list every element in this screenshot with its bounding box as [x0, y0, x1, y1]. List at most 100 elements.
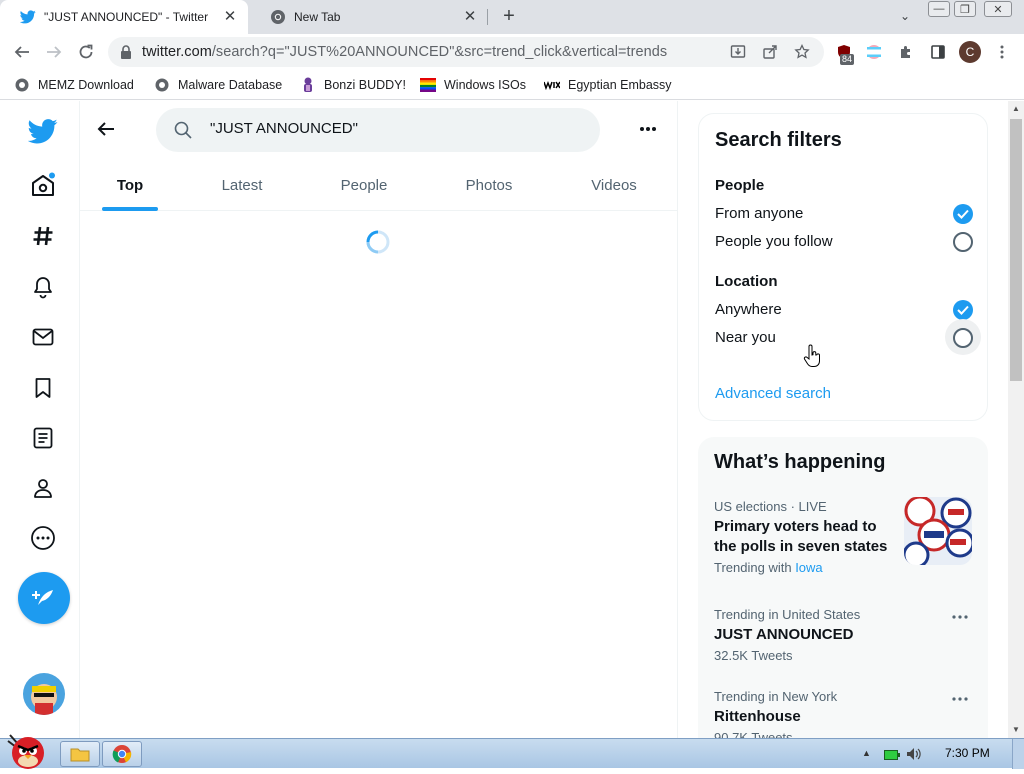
- messages-envelope-icon[interactable]: [28, 322, 58, 352]
- install-app-icon[interactable]: [728, 42, 748, 62]
- left-navigation: [0, 101, 80, 738]
- back-arrow-icon[interactable]: [10, 40, 34, 64]
- profile-avatar[interactable]: C: [959, 41, 981, 63]
- tab-close-icon[interactable]: ✕: [462, 9, 478, 25]
- search-input[interactable]: [210, 120, 580, 137]
- bookmark-malware-database[interactable]: Malware Database: [154, 76, 282, 94]
- side-panel-icon[interactable]: [928, 42, 948, 62]
- tab-people[interactable]: People: [314, 159, 414, 211]
- bookmark-label: Malware Database: [178, 78, 283, 92]
- filter-option-from-anyone[interactable]: From anyone: [715, 203, 973, 225]
- folder-icon: [70, 748, 90, 762]
- happening-title: What’s happening: [714, 451, 886, 473]
- bookmark-label: Bonzi BUDDY!: [324, 78, 406, 92]
- twitter-logo-icon[interactable]: [28, 116, 58, 146]
- restore-button[interactable]: ❐: [954, 1, 976, 17]
- tab-twitter-search[interactable]: "JUST ANNOUNCED" - Twitter ✕: [0, 0, 248, 34]
- url-text[interactable]: twitter.com/search?q="JUST%20ANNOUNCED"&…: [142, 44, 667, 60]
- trend-headline: Rittenhouse: [714, 708, 801, 725]
- bookmark-star-icon[interactable]: [792, 42, 812, 62]
- whats-happening-card: What’s happening US elections · LIVE Pri…: [698, 437, 988, 738]
- trend-item[interactable]: Trending in United States JUST ANNOUNCED…: [714, 607, 972, 663]
- tab-search-chevron-icon[interactable]: ⌄: [896, 7, 914, 25]
- tab-new-tab[interactable]: New Tab ✕: [250, 0, 488, 34]
- battery-icon[interactable]: [884, 748, 900, 766]
- trend-context: US elections · LIVE: [714, 499, 827, 514]
- home-icon[interactable]: [28, 170, 58, 200]
- account-avatar[interactable]: [23, 673, 65, 715]
- filter-option-people-you-follow[interactable]: People you follow: [715, 231, 973, 253]
- lock-icon[interactable]: [120, 45, 132, 64]
- scroll-down-arrow-icon[interactable]: ▼: [1012, 725, 1020, 734]
- trend-link-iowa[interactable]: Iowa: [795, 560, 822, 575]
- tab-top[interactable]: Top: [80, 159, 180, 211]
- bookmark-windows-isos[interactable]: Windows ISOs: [420, 76, 526, 94]
- profile-person-icon[interactable]: [28, 473, 58, 503]
- globe-icon: [154, 77, 170, 93]
- twitter-page: Top Latest People Photos Videos Search f…: [0, 101, 1008, 738]
- show-hidden-icons-chevron-icon[interactable]: ▲: [862, 748, 871, 758]
- taskbar-chrome[interactable]: [102, 741, 142, 767]
- extensions-puzzle-icon[interactable]: [896, 42, 916, 62]
- tab-photos[interactable]: Photos: [439, 159, 539, 211]
- taskbar-clock[interactable]: 7:30 PM: [945, 746, 990, 760]
- trend-tweet-count: 90.7K Tweets: [714, 730, 793, 738]
- back-arrow-icon[interactable]: [94, 117, 118, 141]
- trend-more-options-icon[interactable]: [948, 607, 972, 627]
- share-icon[interactable]: [760, 42, 780, 62]
- radio-checked-icon[interactable]: [953, 204, 973, 224]
- hand-cursor-icon: [803, 344, 821, 373]
- volume-speaker-icon[interactable]: [906, 747, 922, 766]
- filter-option-label: Anywhere: [715, 301, 782, 318]
- more-options-circle-icon[interactable]: [28, 523, 58, 553]
- vote-buttons-image: [904, 497, 972, 565]
- taskbar-file-explorer[interactable]: [60, 741, 100, 767]
- search-icon: [174, 121, 192, 144]
- explore-hashtag-icon[interactable]: [28, 221, 58, 251]
- page-scrollbar[interactable]: ▲ ▼: [1008, 101, 1024, 738]
- search-box[interactable]: [156, 108, 600, 152]
- tab-latest[interactable]: Latest: [192, 159, 292, 211]
- bookmark-label: Windows ISOs: [444, 78, 526, 92]
- trend-headline: JUST ANNOUNCED: [714, 626, 854, 643]
- bookmark-label: Egyptian Embassy: [568, 78, 672, 92]
- search-tabs: Top Latest People Photos Videos: [80, 159, 678, 211]
- trend-more-options-icon[interactable]: [948, 689, 972, 709]
- lists-icon[interactable]: [28, 423, 58, 453]
- filter-option-near-you[interactable]: Near you: [715, 319, 981, 355]
- tab-videos[interactable]: Videos: [564, 159, 664, 211]
- radio-unchecked-icon[interactable]: [953, 232, 973, 252]
- bookmarks-icon[interactable]: [28, 373, 58, 403]
- active-tab-indicator: [102, 207, 158, 211]
- show-desktop-button[interactable]: [1012, 739, 1024, 769]
- tab-close-icon[interactable]: ✕: [222, 9, 238, 25]
- new-tab-button[interactable]: +: [498, 6, 520, 28]
- scrollbar-thumb[interactable]: [1010, 119, 1022, 381]
- advanced-search-link[interactable]: Advanced search: [715, 385, 831, 402]
- search-filters-card: Search filters People From anyone People…: [698, 113, 988, 421]
- bookmark-bonzi-buddy[interactable]: Bonzi BUDDY!: [300, 76, 406, 94]
- trend-context: Trending in New York: [714, 689, 838, 704]
- minimize-button[interactable]: —: [928, 1, 950, 17]
- start-angry-bird-icon[interactable]: [4, 731, 50, 769]
- reload-icon[interactable]: [74, 40, 98, 64]
- twitter-favicon-icon: [20, 9, 36, 25]
- trend-item[interactable]: US elections · LIVE Primary voters head …: [714, 499, 894, 575]
- bookmark-memz[interactable]: MEMZ Download: [14, 76, 134, 94]
- more-options-icon[interactable]: [636, 117, 660, 141]
- address-bar[interactable]: twitter.com/search?q="JUST%20ANNOUNCED"&…: [108, 37, 824, 67]
- compose-tweet-button[interactable]: [18, 572, 70, 624]
- bookmark-egyptian-embassy[interactable]: Egyptian Embassy: [544, 76, 672, 94]
- filter-option-anywhere[interactable]: Anywhere: [715, 299, 973, 321]
- chrome-menu-icon[interactable]: [992, 42, 1012, 62]
- radio-checked-icon[interactable]: [953, 300, 973, 320]
- notifications-bell-icon[interactable]: [28, 272, 58, 302]
- radio-unchecked-icon[interactable]: [953, 328, 973, 348]
- close-window-button[interactable]: ✕: [984, 1, 1012, 17]
- filter-people-heading: People: [715, 177, 765, 194]
- forward-arrow-icon[interactable]: [42, 40, 66, 64]
- trans-flag-extension-icon[interactable]: [864, 42, 884, 62]
- scroll-up-arrow-icon[interactable]: ▲: [1012, 104, 1020, 113]
- filter-option-label: From anyone: [715, 205, 804, 222]
- trend-item[interactable]: Trending in New York Rittenhouse 90.7K T…: [714, 689, 972, 738]
